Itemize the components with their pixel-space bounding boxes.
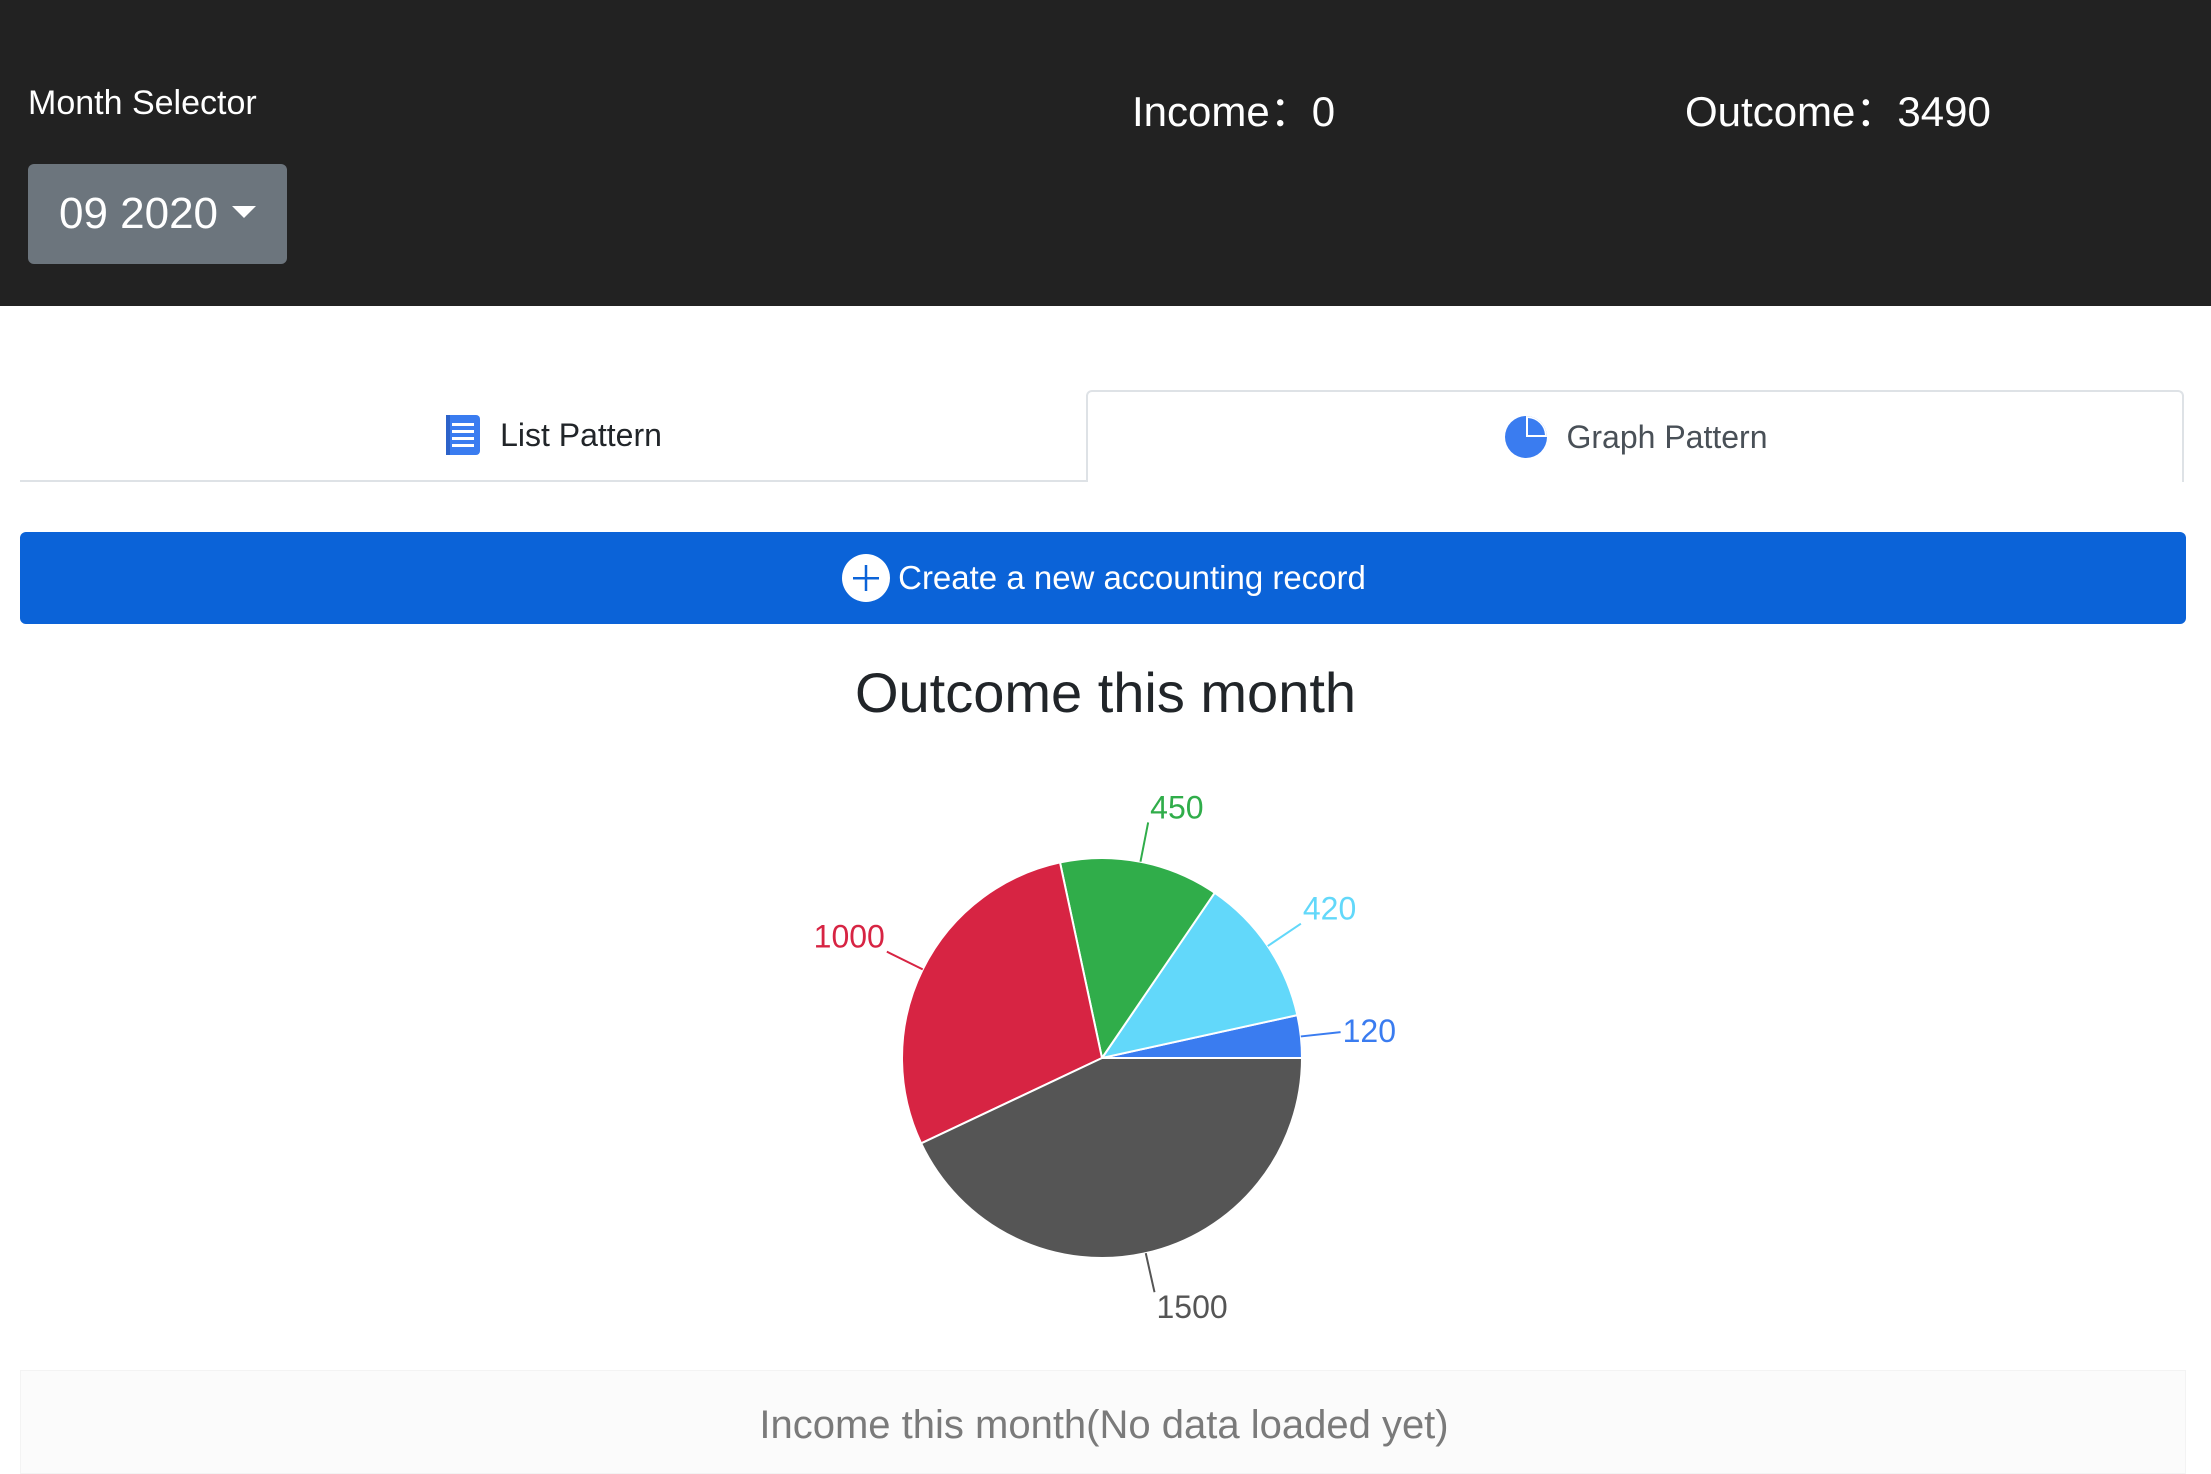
income-panel: Income this month(No data loaded yet): [20, 1370, 2186, 1474]
pie-label-450: 450: [1150, 789, 1203, 825]
pie-label-120: 120: [1343, 1013, 1396, 1049]
outcome-pie-chart: 120 420 450 1000 1500: [814, 789, 1396, 1325]
pie-label-1000: 1000: [814, 919, 885, 955]
pie-label-1500: 1500: [1157, 1289, 1228, 1325]
pie-leader-line-120: [1300, 1031, 1341, 1038]
pie-label-420: 420: [1303, 891, 1356, 927]
pie-leader-line-1000: [886, 950, 924, 971]
pie-leader-line-420: [1267, 922, 1302, 947]
pie-leader-line-450: [1139, 822, 1150, 862]
pie-leader-line-1500: [1144, 1252, 1156, 1293]
income-panel-text: Income this month(No data loaded yet): [759, 1403, 1449, 1447]
